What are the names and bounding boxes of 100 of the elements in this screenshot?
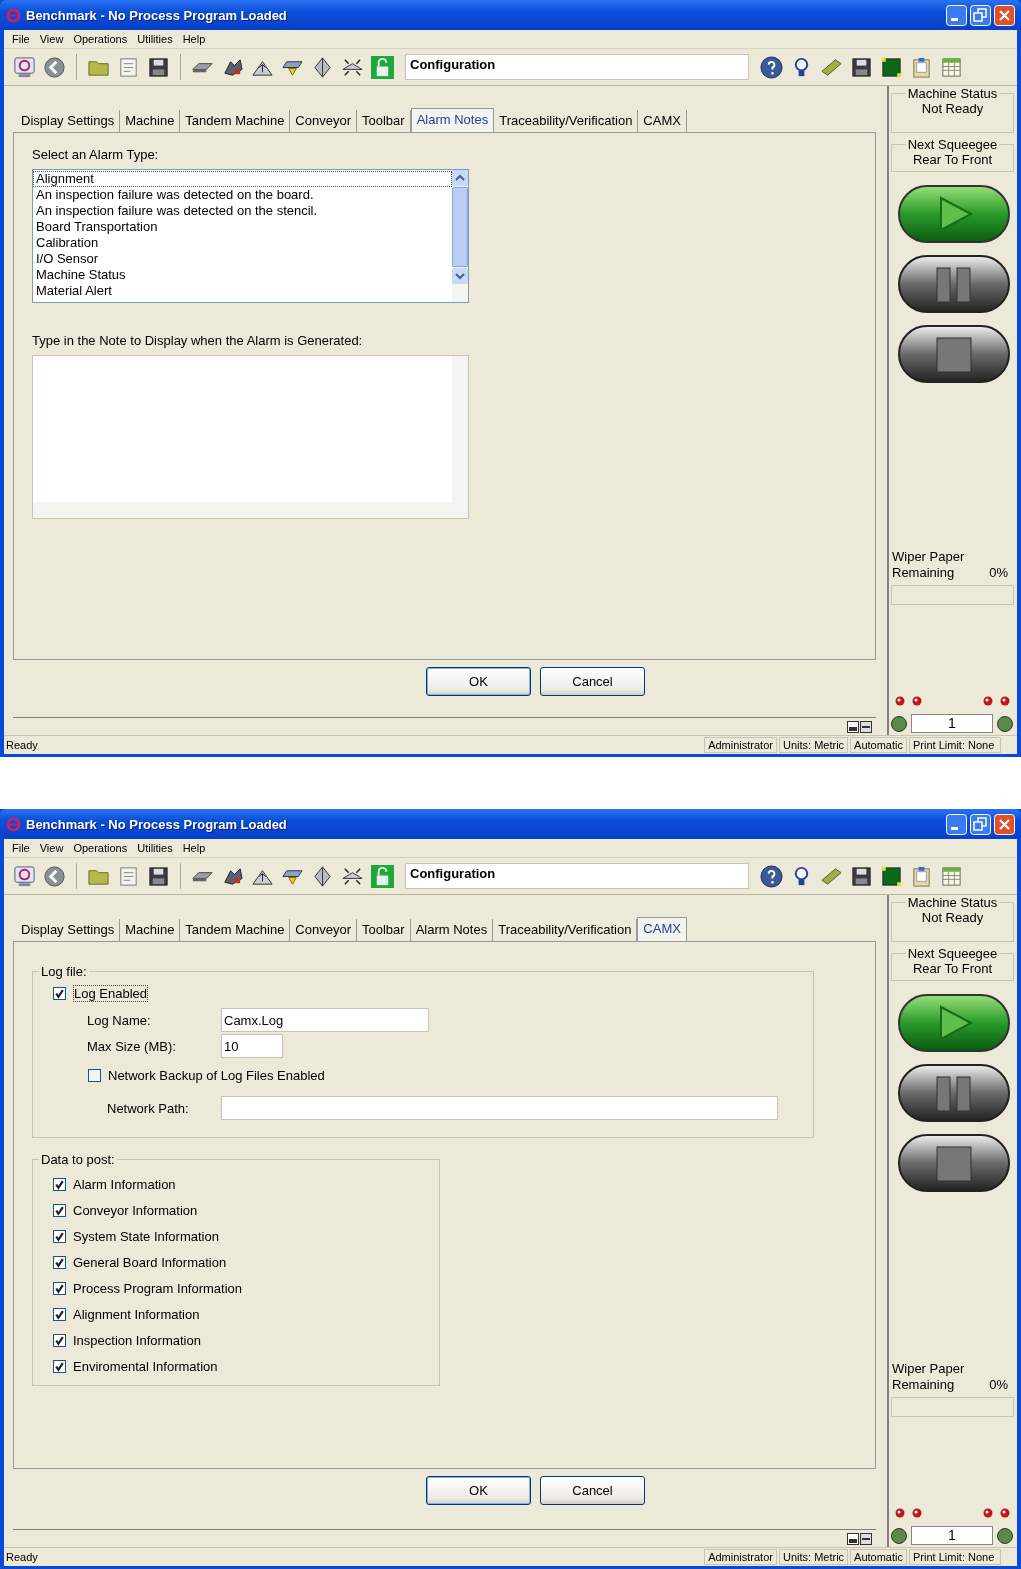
- checkbox[interactable]: [53, 1177, 66, 1191]
- restore-button[interactable]: [970, 813, 991, 835]
- list-item[interactable]: Calibration: [33, 235, 452, 251]
- alarm-light-icon: [912, 1508, 922, 1518]
- menu-item[interactable]: Help: [178, 33, 212, 45]
- checkbox[interactable]: [53, 1229, 66, 1243]
- menu-item[interactable]: Operations: [69, 33, 134, 45]
- tab[interactable]: Machine: [120, 110, 181, 132]
- machine-status: Not Ready: [920, 101, 985, 118]
- list-item[interactable]: Machine Status: [33, 267, 452, 283]
- back-icon[interactable]: [43, 864, 66, 888]
- checkbox-label[interactable]: General Board Information: [73, 1254, 227, 1270]
- alarm-type-list[interactable]: Alignment An inspection failure was detected on the board. An inspection failure was detected on the stencil. Board Transportation Calibration I/O Sensor Machine Status Material Alert: [32, 169, 469, 303]
- minimize-icon[interactable]: [860, 720, 872, 733]
- tab[interactable]: Display Settings: [16, 110, 121, 132]
- chip-icon[interactable]: [880, 55, 903, 79]
- list-item[interactable]: An inspection failure was detected on the board.: [33, 187, 452, 203]
- checkbox[interactable]: [53, 1307, 66, 1321]
- menu-item[interactable]: File: [8, 842, 36, 854]
- close-button[interactable]: [994, 4, 1015, 26]
- input-field[interactable]: 10: [221, 1034, 283, 1058]
- checkbox-label[interactable]: Inspection Information: [73, 1332, 201, 1348]
- clipboard-icon[interactable]: [910, 864, 933, 888]
- chip-icon[interactable]: [880, 864, 903, 888]
- lock-icon[interactable]: [371, 55, 394, 79]
- back-icon[interactable]: [43, 55, 66, 79]
- checkbox[interactable]: [53, 1333, 66, 1347]
- tab[interactable]: Tandem Machine: [180, 110, 291, 132]
- list-item[interactable]: Board Transportation: [33, 219, 452, 235]
- menu-item[interactable]: Utilities: [133, 842, 179, 854]
- spreadsheet-icon[interactable]: [940, 55, 963, 79]
- menu-item[interactable]: File: [8, 33, 36, 45]
- alarm-light-icon: [895, 696, 905, 706]
- checkbox[interactable]: [53, 1255, 66, 1269]
- tab[interactable]: Toolbar: [357, 110, 411, 132]
- checkbox-label[interactable]: Network Backup of Log Files Enabled: [108, 1067, 325, 1083]
- checkbox-label[interactable]: Enviromental Information: [73, 1358, 218, 1374]
- help-icon[interactable]: [760, 55, 783, 79]
- scroll-up-icon[interactable]: [452, 170, 468, 186]
- cancel-button[interactable]: Cancel: [540, 667, 645, 696]
- tab[interactable]: Toolbar: [357, 919, 411, 941]
- checkbox-label[interactable]: System State Information: [73, 1228, 219, 1244]
- tab[interactable]: Alarm Notes: [410, 919, 494, 941]
- lock-icon[interactable]: [371, 864, 394, 888]
- save-icon[interactable]: [147, 864, 170, 888]
- window-layout-icon[interactable]: [847, 720, 859, 733]
- minimize-button[interactable]: [946, 813, 967, 835]
- help-icon[interactable]: [760, 864, 783, 888]
- list-item[interactable]: I/O Sensor: [33, 251, 452, 267]
- scrollbar[interactable]: [452, 170, 468, 302]
- clipboard-icon[interactable]: [910, 55, 933, 79]
- window-layout-icon[interactable]: [847, 1532, 859, 1545]
- checkbox-label[interactable]: Log Enabled: [73, 984, 148, 1002]
- spreadsheet-icon[interactable]: [940, 864, 963, 888]
- tab[interactable]: Alarm Notes: [410, 108, 495, 132]
- tab[interactable]: Machine: [120, 919, 181, 941]
- save-icon[interactable]: [850, 864, 873, 888]
- close-button[interactable]: [994, 813, 1015, 835]
- note-field[interactable]: [32, 355, 469, 519]
- alarm-light-icon: [895, 1508, 905, 1518]
- input-field[interactable]: [221, 1096, 778, 1120]
- checkbox[interactable]: [53, 1281, 66, 1295]
- ok-button[interactable]: OK: [426, 1476, 531, 1505]
- minimize-icon[interactable]: [860, 1532, 872, 1545]
- counter-field: 1: [911, 714, 993, 733]
- checkbox-label[interactable]: Alignment Information: [73, 1306, 200, 1322]
- menu-item[interactable]: View: [35, 33, 70, 45]
- menu-item[interactable]: Help: [178, 842, 212, 854]
- monitor-icon[interactable]: [13, 864, 36, 888]
- checkbox-label[interactable]: Conveyor Information: [73, 1202, 198, 1218]
- save-icon[interactable]: [147, 55, 170, 79]
- cancel-button[interactable]: Cancel: [540, 1476, 645, 1505]
- tab[interactable]: Conveyor: [290, 919, 357, 941]
- list-item[interactable]: Material Alert: [33, 283, 452, 299]
- checkbox[interactable]: [88, 1068, 101, 1082]
- tray-split-icon[interactable]: [311, 55, 334, 79]
- tab[interactable]: CAMX: [638, 110, 687, 132]
- input-field[interactable]: Camx.Log: [221, 1008, 429, 1032]
- tab[interactable]: Tandem Machine: [180, 919, 291, 941]
- menu-item[interactable]: Operations: [69, 842, 134, 854]
- menu-item[interactable]: Utilities: [133, 33, 179, 45]
- tab[interactable]: Traceability/Verification: [494, 110, 639, 132]
- restore-button[interactable]: [970, 4, 991, 26]
- menu-item[interactable]: View: [35, 842, 70, 854]
- list-item[interactable]: An inspection failure was detected on the stencil.: [33, 203, 452, 219]
- checkbox[interactable]: [53, 986, 66, 1000]
- list-item[interactable]: Alignment: [33, 171, 452, 187]
- tab[interactable]: CAMX: [637, 917, 687, 941]
- tray-split-icon[interactable]: [311, 864, 334, 888]
- minimize-button[interactable]: [946, 4, 967, 26]
- checkbox[interactable]: [53, 1359, 66, 1373]
- tab[interactable]: Conveyor: [290, 110, 357, 132]
- save-icon[interactable]: [850, 55, 873, 79]
- monitor-icon[interactable]: [13, 55, 36, 79]
- checkbox[interactable]: [53, 1203, 66, 1217]
- scroll-down-icon[interactable]: [452, 268, 468, 284]
- checkbox-label[interactable]: Alarm Information: [73, 1176, 176, 1192]
- checkbox-label[interactable]: Process Program Information: [73, 1280, 243, 1296]
- ok-button[interactable]: OK: [426, 667, 531, 696]
- tab[interactable]: Display Settings: [16, 919, 121, 941]
